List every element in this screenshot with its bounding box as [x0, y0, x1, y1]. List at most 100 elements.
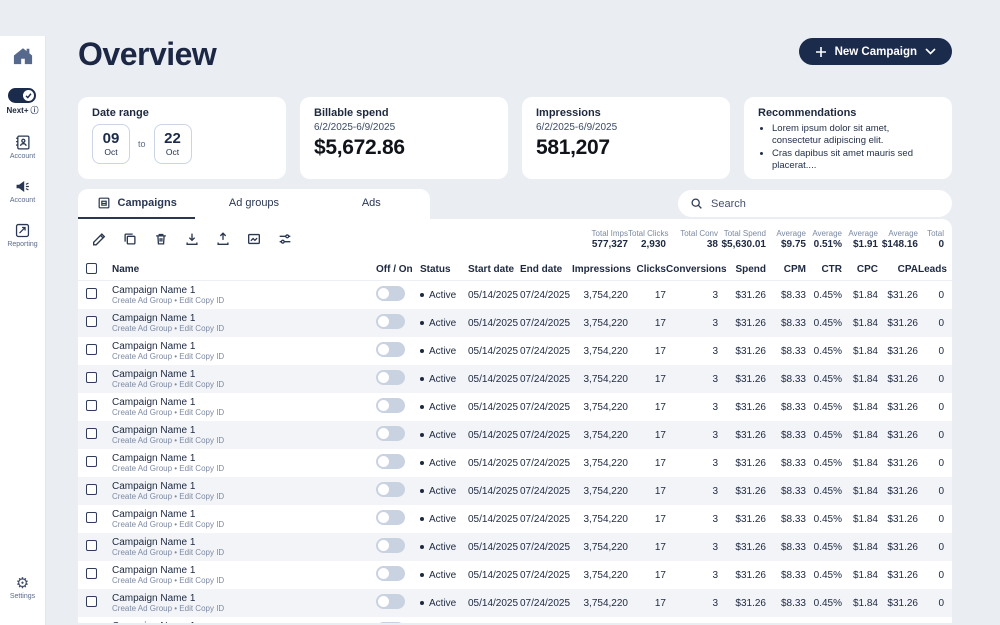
row-checkbox[interactable] [86, 456, 97, 467]
col-cpc[interactable]: CPC [842, 264, 878, 275]
tab-ads[interactable]: Ads [313, 189, 430, 219]
status-badge: Active [420, 486, 468, 497]
impressions-cell: 3,754,220 [572, 346, 628, 357]
info-icon[interactable]: ⓘ [31, 105, 39, 116]
campaign-name-link[interactable]: Campaign Name 1 [112, 593, 376, 605]
tab-campaigns[interactable]: Campaigns [78, 189, 195, 219]
campaign-name-link[interactable]: Campaign Name 1 [112, 537, 376, 549]
row-checkbox[interactable] [86, 484, 97, 495]
new-campaign-button[interactable]: New Campaign [799, 38, 952, 65]
off-on-toggle[interactable] [376, 314, 405, 329]
off-on-toggle[interactable] [376, 622, 405, 623]
off-on-toggle[interactable] [376, 566, 405, 581]
col-start-date[interactable]: Start date [468, 264, 520, 275]
col-leads[interactable]: Leads [918, 264, 944, 275]
campaign-name-link[interactable]: Campaign Name 1 [112, 425, 376, 437]
export-image-icon[interactable] [246, 231, 262, 247]
date-from-box[interactable]: 09 Oct [92, 124, 130, 164]
campaign-row-actions[interactable]: Create Ad Group • Edit Copy ID [112, 436, 376, 445]
duplicate-icon[interactable] [122, 231, 138, 247]
download-icon[interactable] [184, 231, 200, 247]
col-conversions[interactable]: Conversions [666, 264, 718, 275]
sidebar-item-account-book[interactable]: Account [10, 134, 35, 160]
off-on-toggle[interactable] [376, 426, 405, 441]
campaign-row-actions[interactable]: Create Ad Group • Edit Copy ID [112, 464, 376, 473]
home-nav-button[interactable] [12, 46, 34, 66]
row-checkbox[interactable] [86, 428, 97, 439]
sidebar-item-account-campaigns[interactable]: Account [10, 178, 35, 204]
campaign-row-actions[interactable]: Create Ad Group • Edit Copy ID [112, 576, 376, 585]
col-cpa[interactable]: CPA [878, 264, 918, 275]
campaign-row-actions[interactable]: Create Ad Group • Edit Copy ID [112, 492, 376, 501]
campaign-row-actions[interactable]: Create Ad Group • Edit Copy ID [112, 352, 376, 361]
campaign-name-link[interactable]: Campaign Name 1 [112, 369, 376, 381]
col-cpm[interactable]: CPM [766, 264, 806, 275]
col-status[interactable]: Status [420, 264, 468, 275]
impressions-card: Impressions 6/2/2025-6/9/2025 581,207 [522, 97, 730, 179]
filters-icon[interactable] [277, 231, 293, 247]
tab-ad-groups[interactable]: Ad groups [195, 189, 312, 219]
clicks-cell: 17 [628, 542, 666, 553]
nextplus-toggle[interactable] [8, 88, 36, 103]
row-checkbox[interactable] [86, 540, 97, 551]
campaign-row-actions[interactable]: Create Ad Group • Edit Copy ID [112, 520, 376, 529]
col-end-date[interactable]: End date [520, 264, 572, 275]
campaign-name-link[interactable]: Campaign Name 1 [112, 453, 376, 465]
table-row: Campaign Name 1 Create Ad Group • Edit C… [78, 477, 952, 505]
edit-icon[interactable] [91, 231, 107, 247]
sidebar-item-label: Account [10, 153, 35, 160]
off-on-toggle[interactable] [376, 454, 405, 469]
table-row: Campaign Name 1 Create Ad Group • Edit C… [78, 309, 952, 337]
campaign-name-link[interactable]: Campaign Name 1 [112, 621, 376, 623]
campaign-row-actions[interactable]: Create Ad Group • Edit Copy ID [112, 548, 376, 557]
row-checkbox[interactable] [86, 568, 97, 579]
delete-icon[interactable] [153, 231, 169, 247]
off-on-toggle[interactable] [376, 482, 405, 497]
off-on-toggle[interactable] [376, 398, 405, 413]
col-impressions[interactable]: Impressions [572, 264, 628, 275]
impressions-cell: 3,754,220 [572, 402, 628, 413]
row-checkbox[interactable] [86, 400, 97, 411]
campaign-name-link[interactable]: Campaign Name 1 [112, 341, 376, 353]
campaign-name-link[interactable]: Campaign Name 1 [112, 313, 376, 325]
off-on-toggle[interactable] [376, 286, 405, 301]
spend-cell: $31.26 [718, 486, 766, 497]
search-input[interactable] [711, 198, 940, 210]
toggle-check-icon [23, 90, 34, 101]
campaign-row-actions[interactable]: Create Ad Group • Edit Copy ID [112, 380, 376, 389]
clicks-cell: 17 [628, 458, 666, 469]
upload-icon[interactable] [215, 231, 231, 247]
row-checkbox[interactable] [86, 512, 97, 523]
average-ctr: Average0.51% [806, 229, 842, 250]
campaign-row-actions[interactable]: Create Ad Group • Edit Copy ID [112, 296, 376, 305]
campaign-name-link[interactable]: Campaign Name 1 [112, 397, 376, 409]
row-checkbox[interactable] [86, 596, 97, 607]
off-on-toggle[interactable] [376, 370, 405, 385]
col-clicks[interactable]: Clicks [628, 264, 666, 275]
campaign-row-actions[interactable]: Create Ad Group • Edit Copy ID [112, 324, 376, 333]
off-on-toggle[interactable] [376, 594, 405, 609]
campaign-name-link[interactable]: Campaign Name 1 [112, 481, 376, 493]
row-checkbox[interactable] [86, 288, 97, 299]
off-on-toggle[interactable] [376, 342, 405, 357]
campaign-name-link[interactable]: Campaign Name 1 [112, 565, 376, 577]
row-checkbox[interactable] [86, 372, 97, 383]
col-name[interactable]: Name [112, 264, 376, 275]
campaign-row-actions[interactable]: Create Ad Group • Edit Copy ID [112, 408, 376, 417]
select-all-checkbox[interactable] [86, 263, 97, 274]
sidebar-item-settings[interactable]: ⚙ Settings [10, 576, 35, 600]
campaign-row-actions[interactable]: Create Ad Group • Edit Copy ID [112, 604, 376, 613]
row-checkbox[interactable] [86, 344, 97, 355]
campaign-name-link[interactable]: Campaign Name 1 [112, 509, 376, 521]
date-to-box[interactable]: 22 Oct [154, 124, 192, 164]
row-checkbox[interactable] [86, 316, 97, 327]
sidebar-item-reporting[interactable]: Reporting [7, 222, 37, 248]
off-on-toggle[interactable] [376, 510, 405, 525]
col-spend[interactable]: Spend [718, 264, 766, 275]
col-off-on[interactable]: Off / On [376, 264, 420, 275]
col-ctr[interactable]: CTR [806, 264, 842, 275]
billable-spend-value: $5,672.86 [314, 136, 494, 160]
table-row: Campaign Name 1 Create Ad Group • Edit C… [78, 281, 952, 309]
campaign-name-link[interactable]: Campaign Name 1 [112, 285, 376, 297]
off-on-toggle[interactable] [376, 538, 405, 553]
